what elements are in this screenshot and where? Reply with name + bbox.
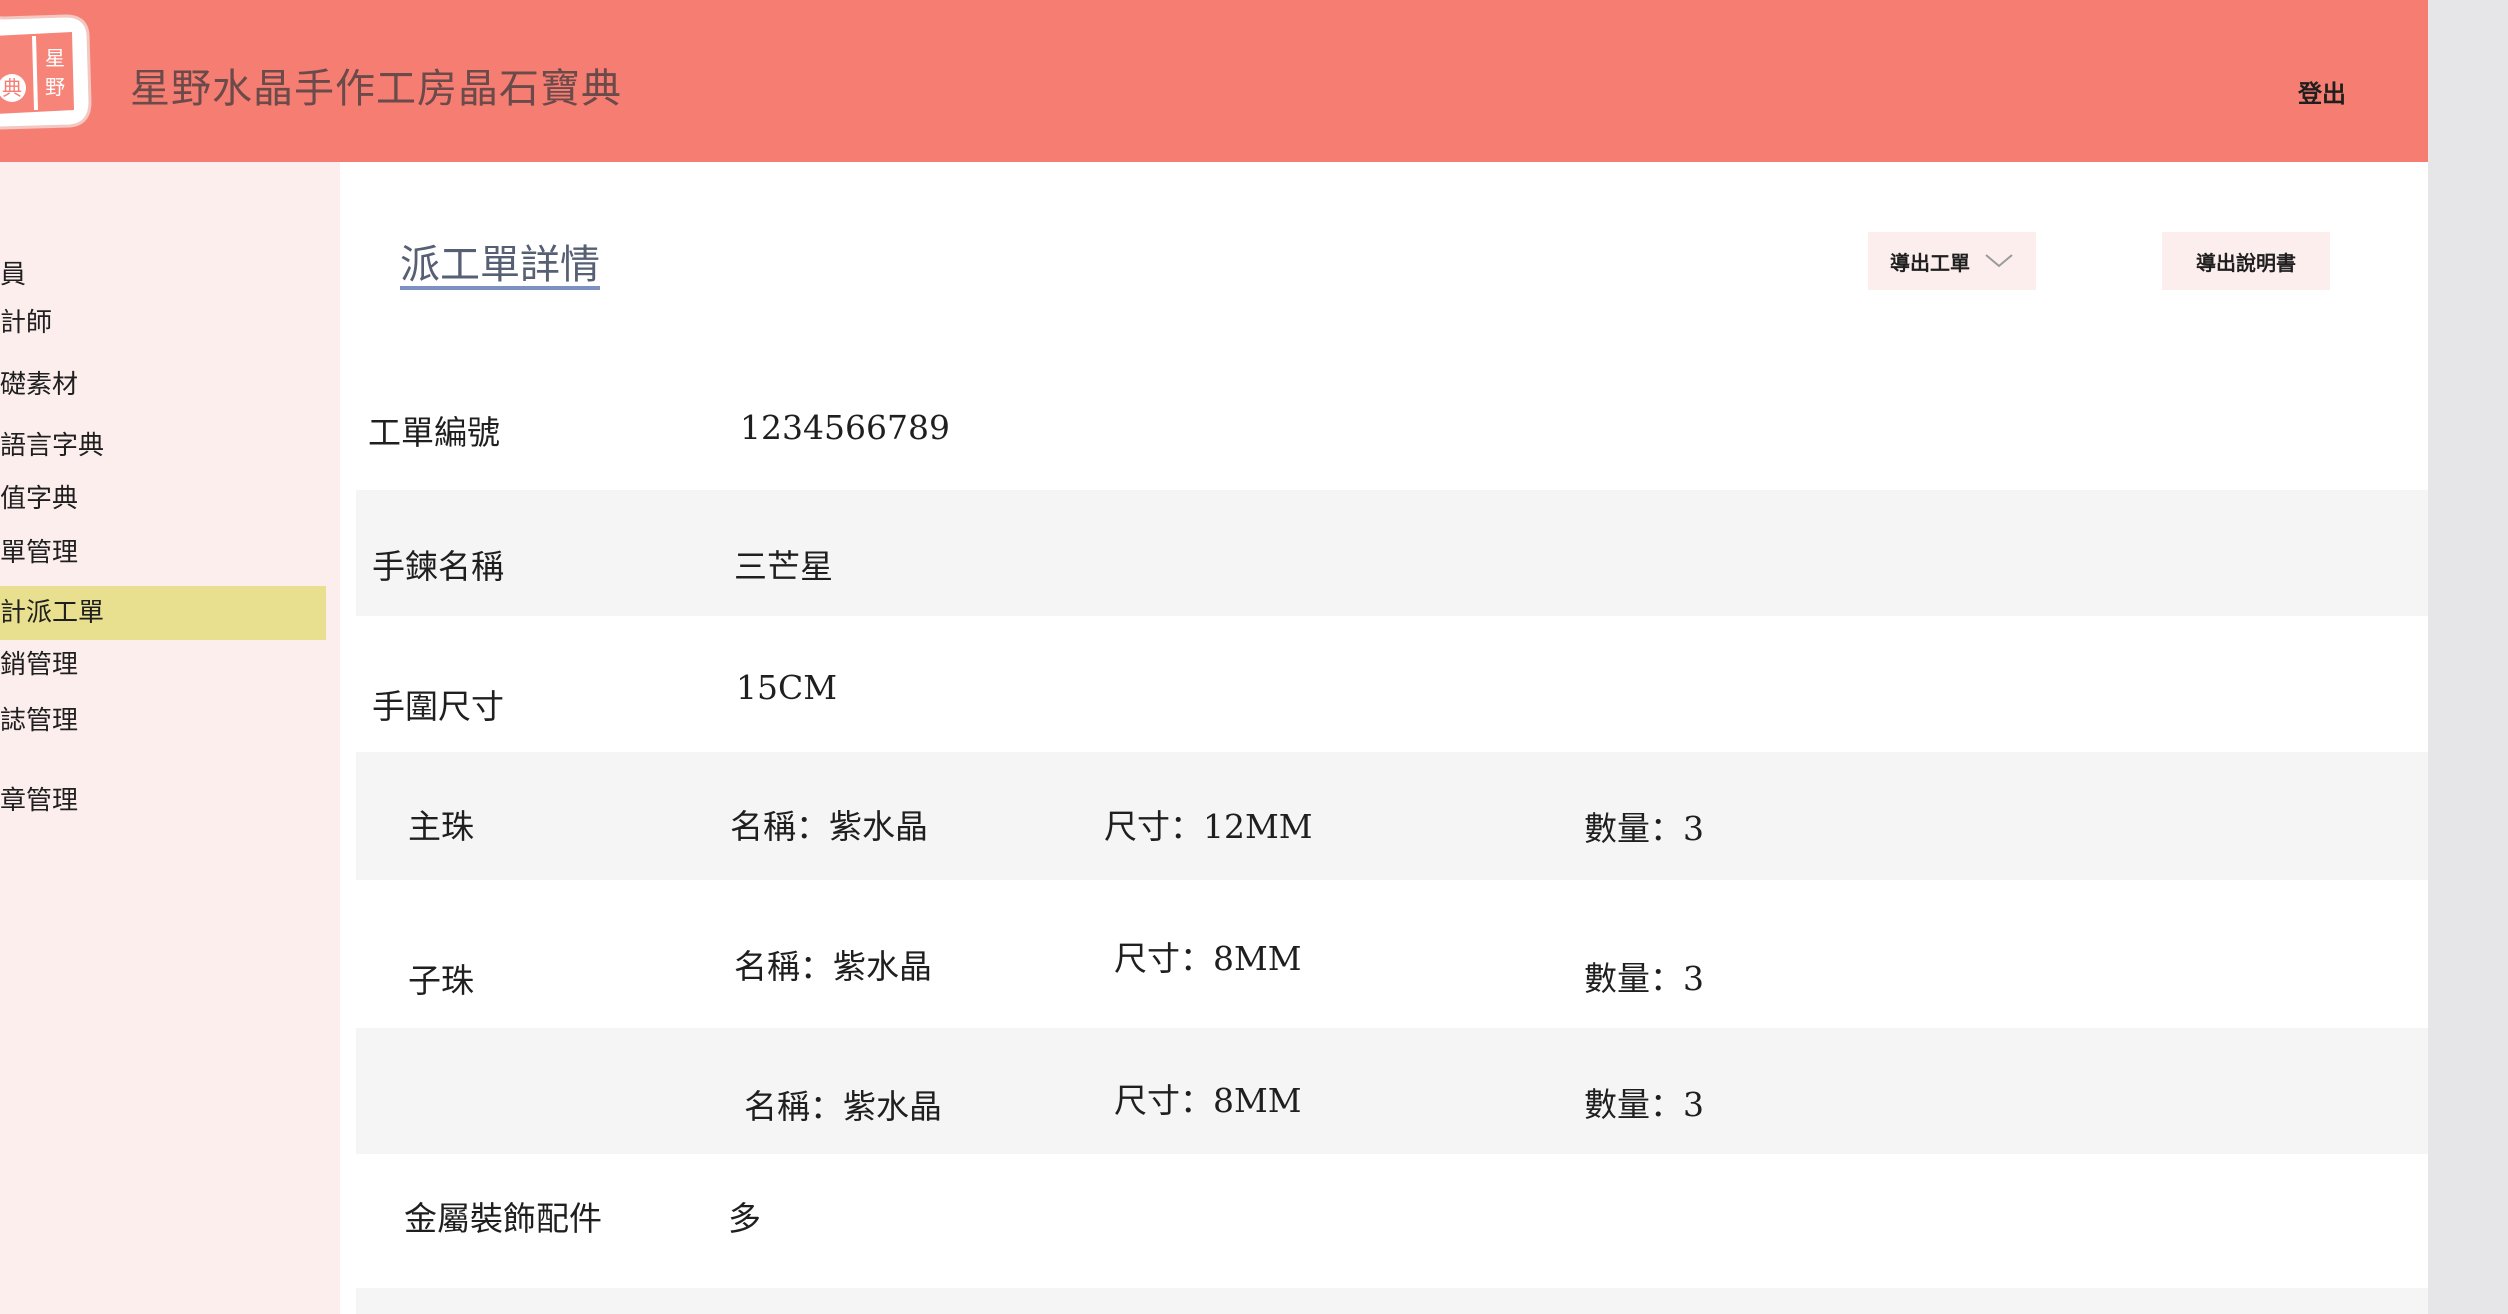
sidebar: 員 計師 礎素材 語言字典 值字典 單管理 計派工單 銷管理 誌管理 章管理 [0,162,340,1314]
logout-button[interactable]: 登出 [2298,74,2346,109]
bead-row-main [356,752,2428,880]
order-number-label: 工單編號 [368,413,500,452]
export-work-order-dropdown[interactable]: 導出工單 [1868,232,2036,290]
field-row-bracelet-name [356,490,2428,616]
sidebar-item-value-dictionary[interactable]: 值字典 [0,472,326,526]
main-content: 派工單詳情 導出工單 導出說明書 工單編號 1234566789 手鍊名稱 三芒… [340,162,2428,1314]
metal-accessories-value: 多 [728,1199,761,1238]
sidebar-item-members[interactable]: 員 [0,248,326,302]
sub-bead-1-quantity: 數量：3 [1584,959,1704,998]
main-bead-quantity: 數量：3 [1584,809,1704,848]
bead-row-sub-1 [356,880,2428,1028]
logo-char-left: 典 [2,76,22,100]
sidebar-item-sales-management[interactable]: 銷管理 [0,638,326,692]
sidebar-item-order-management[interactable]: 單管理 [0,526,326,580]
sub-bead-2-name: 名稱：紫水晶 [744,1087,942,1126]
sub-bead-label: 子珠 [408,961,474,1000]
right-gutter [2428,0,2508,1314]
sub-bead-2-size: 尺寸：8MM [1114,1081,1302,1120]
bracelet-name-value: 三芒星 [734,547,833,586]
export-work-order-label: 導出工單 [1890,250,1970,275]
top-header: 典 星 野 星野水晶手作工房晶石寶典 登出 [0,0,2428,162]
logo: 典 星 野 [0,10,94,134]
sidebar-item-article-management[interactable]: 章管理 [0,774,326,828]
main-bead-size: 尺寸：12MM [1104,807,1313,846]
chevron-down-icon [1985,254,2013,268]
sidebar-item-language-dictionary[interactable]: 語言字典 [0,419,326,473]
app-window: 典 星 野 星野水晶手作工房晶石寶典 登出 員 計師 礎素材 語言字典 值字典 … [0,0,2428,1314]
seal-stamp-icon: 典 星 野 [0,14,92,130]
main-bead-label: 主珠 [408,807,474,846]
main-bead-name: 名稱：紫水晶 [730,807,928,846]
logo-char-right-bottom: 野 [45,75,65,99]
bead-row-sub-2 [356,1028,2428,1154]
order-number-value: 1234566789 [740,408,950,447]
sub-bead-1-name: 名稱：紫水晶 [734,947,932,986]
sidebar-item-base-materials[interactable]: 礎素材 [0,358,326,412]
bracelet-name-label: 手鍊名稱 [372,547,504,586]
sub-bead-2-quantity: 數量：3 [1584,1085,1704,1124]
wrist-size-value: 15CM [736,668,838,707]
sidebar-item-design-work-order[interactable]: 計派工單 [0,586,326,640]
field-row-metal-accessories [356,1154,2428,1288]
metal-accessories-label: 金屬裝飾配件 [404,1199,602,1238]
export-manual-button[interactable]: 導出說明書 [2162,232,2330,290]
logo-char-right-top: 星 [45,46,65,70]
sidebar-item-designers[interactable]: 計師 [0,296,326,350]
app-title: 星野水晶手作工房晶石寶典 [130,66,622,112]
wrist-size-label: 手圍尺寸 [372,687,504,726]
field-row-wrist-size [356,616,2428,752]
field-row-next [356,1288,2428,1314]
sidebar-item-log-management[interactable]: 誌管理 [0,694,326,748]
sub-bead-1-size: 尺寸：8MM [1114,939,1302,978]
page-title[interactable]: 派工單詳情 [400,232,600,290]
field-row-order-number [356,372,2428,490]
